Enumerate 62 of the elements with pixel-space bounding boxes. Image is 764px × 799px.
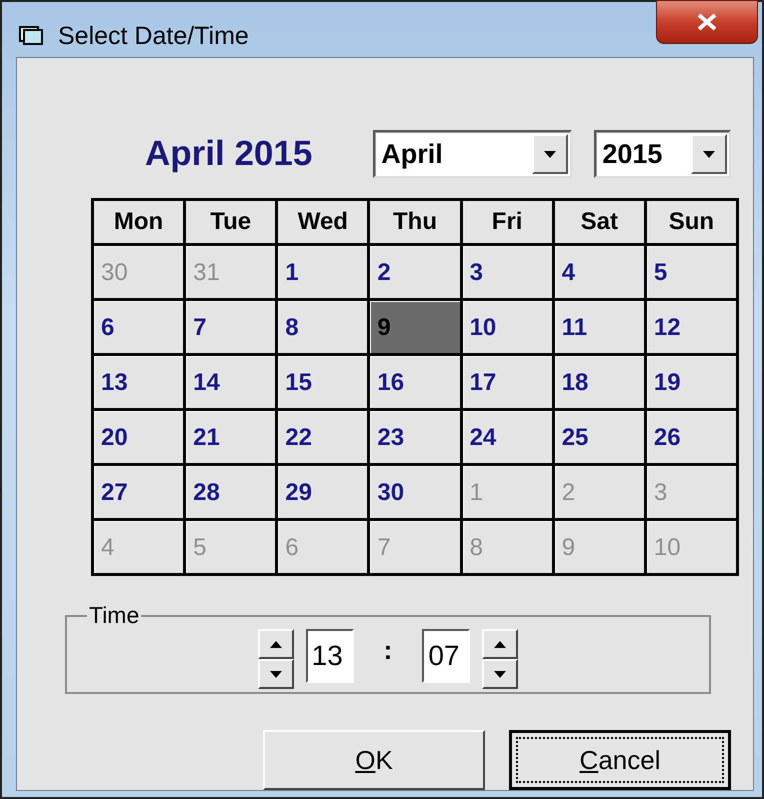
down-arrow-icon (270, 670, 282, 678)
hour-field[interactable]: 13 (306, 629, 354, 683)
day-cell[interactable]: 8 (278, 301, 368, 353)
day-cell[interactable]: 24 (462, 411, 552, 463)
minute-field[interactable]: 07 (422, 629, 470, 683)
day-cell[interactable]: 4 (554, 246, 644, 298)
dropdown-button[interactable] (691, 134, 727, 174)
weekday-header: Wed (278, 201, 368, 243)
weekday-header: Tue (186, 201, 276, 243)
window-icon (18, 24, 44, 46)
day-cell[interactable]: 21 (186, 411, 276, 463)
hour-down-button[interactable] (258, 659, 294, 689)
day-cell[interactable]: 19 (646, 356, 736, 408)
time-separator: : (384, 635, 392, 666)
day-cell[interactable]: 13 (94, 356, 184, 408)
weekday-header: Thu (370, 201, 460, 243)
weekday-header: Sat (554, 201, 644, 243)
day-cell[interactable]: 1 (278, 246, 368, 298)
month-heading: April 2015 (145, 134, 314, 174)
minute-down-button[interactable] (482, 659, 518, 689)
weekday-header: Fri (462, 201, 552, 243)
weekday-header: Sun (646, 201, 736, 243)
day-cell[interactable]: 15 (278, 356, 368, 408)
up-arrow-icon (494, 640, 506, 648)
cancel-button[interactable]: Cancel (509, 730, 731, 790)
weekday-header: Mon (94, 201, 184, 243)
down-arrow-icon (544, 150, 556, 158)
day-cell[interactable]: 11 (554, 301, 644, 353)
day-cell[interactable]: 20 (94, 411, 184, 463)
day-cell[interactable]: 9 (370, 301, 460, 353)
year-dropdown[interactable]: 2015 (594, 130, 731, 178)
day-cell[interactable]: 14 (186, 356, 276, 408)
day-cell[interactable]: 7 (186, 301, 276, 353)
day-cell[interactable]: 17 (462, 356, 552, 408)
day-cell[interactable]: 27 (94, 466, 184, 518)
down-arrow-icon (703, 150, 715, 158)
minute-up-button[interactable] (482, 629, 518, 659)
dropdown-button[interactable] (532, 134, 568, 174)
day-cell[interactable]: 30 (370, 466, 460, 518)
month-dropdown[interactable]: April (373, 130, 572, 178)
time-label: Time (88, 602, 140, 629)
day-cell[interactable]: 3 (462, 246, 552, 298)
day-cell[interactable]: 18 (554, 356, 644, 408)
day-cell[interactable]: 2 (370, 246, 460, 298)
day-cell[interactable]: 16 (370, 356, 460, 408)
ok-button[interactable]: OK (263, 730, 485, 790)
hour-up-button[interactable] (258, 629, 294, 659)
day-cell[interactable]: 10 (462, 301, 552, 353)
day-cell[interactable]: 26 (646, 411, 736, 463)
day-cell[interactable]: 28 (186, 466, 276, 518)
day-cell[interactable]: 23 (370, 411, 460, 463)
close-icon (696, 13, 718, 31)
close-button[interactable] (656, 0, 758, 44)
down-arrow-icon (494, 670, 506, 678)
day-cell[interactable]: 12 (646, 301, 736, 353)
day-cell[interactable]: 22 (278, 411, 368, 463)
day-cell[interactable]: 29 (278, 466, 368, 518)
day-cell[interactable]: 25 (554, 411, 644, 463)
up-arrow-icon (270, 640, 282, 648)
window-title: Select Date/Time (58, 24, 249, 49)
day-cell[interactable]: 5 (646, 246, 736, 298)
day-cell[interactable]: 6 (94, 301, 184, 353)
